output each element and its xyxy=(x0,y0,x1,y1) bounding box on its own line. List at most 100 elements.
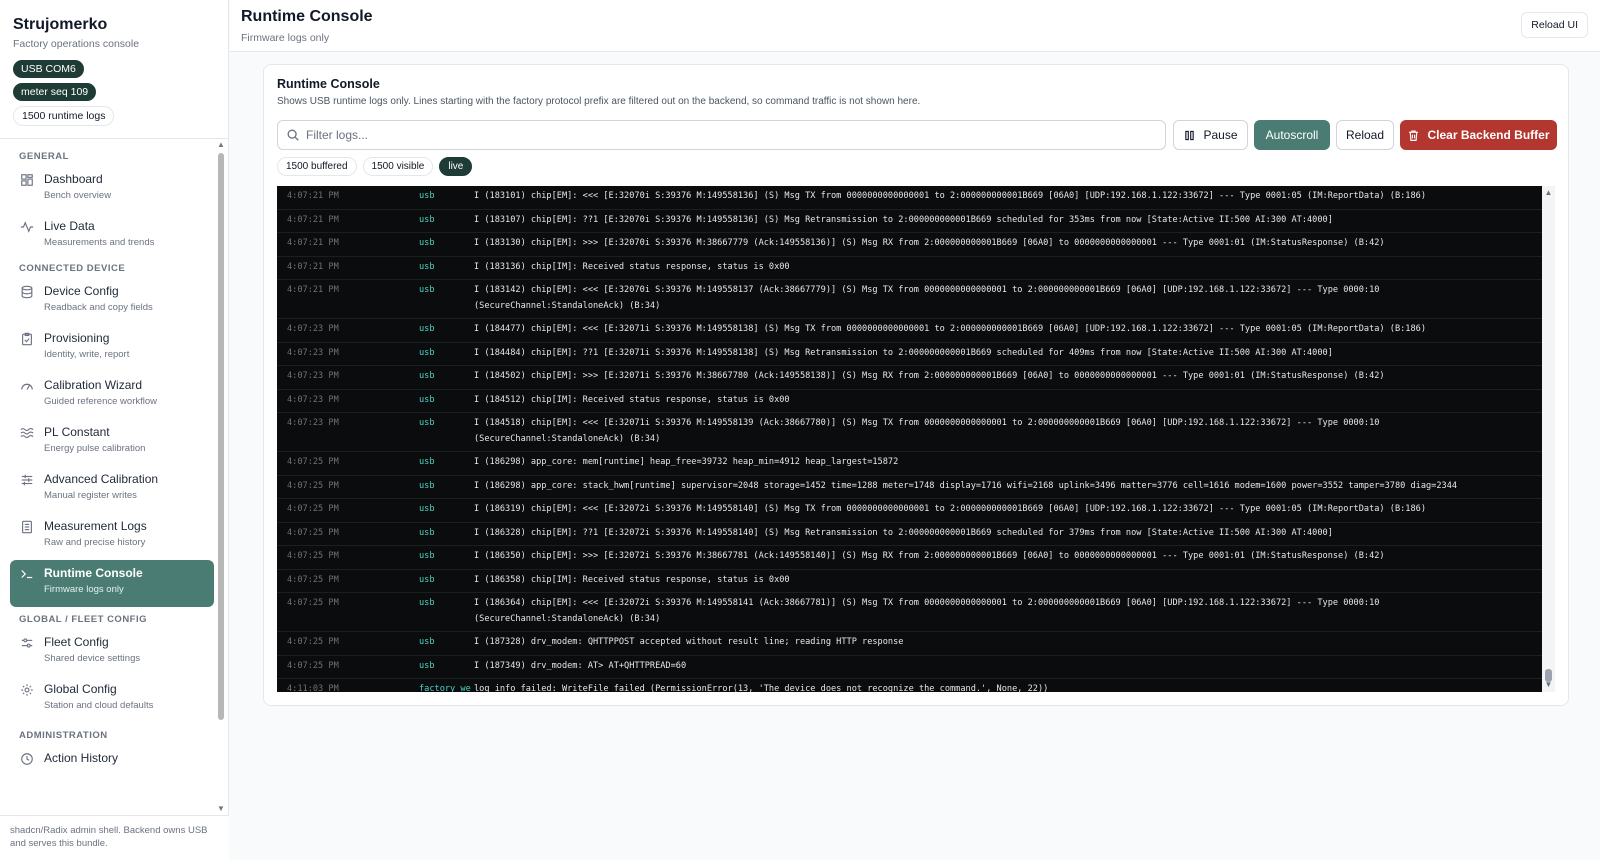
sidebar-item-action-history[interactable]: Action History xyxy=(10,745,214,792)
sidebar-item-live-data[interactable]: Live Data Measurements and trends xyxy=(10,213,214,260)
clipboard-icon xyxy=(22,332,32,346)
sidebar-item-dashboard[interactable]: Dashboard Bench overview xyxy=(10,166,214,213)
sidebar-item-runtime-console[interactable]: Runtime Console Firmware logs only xyxy=(10,560,214,607)
log-timestamp: 4:07:25 PM xyxy=(287,551,339,561)
log-timestamp: 4:07:21 PM xyxy=(287,285,339,295)
sidebar-item-label: Action History xyxy=(44,751,119,765)
log-row: 4:07:25 PM usb I (186328) chip[EM]: ??1 [E… xyxy=(277,523,1542,546)
sidebar-item-label: Provisioning xyxy=(44,331,110,345)
pause-icon xyxy=(1185,130,1195,140)
reload-ui-button[interactable]: Reload UI xyxy=(1521,12,1588,38)
log-message: I (184477) chip[EM]: <<< [E:32071i S:393… xyxy=(474,324,1426,334)
app-title: Strujomerko xyxy=(13,16,108,33)
sidebar-item-measurement-logs[interactable]: Measurement Logs Raw and precise history xyxy=(10,513,214,560)
log-message: I (183142) chip[EM]: <<< [E:32070i S:393… xyxy=(474,285,1380,311)
log-message: I (186298) app_core: mem[runtime] heap_f… xyxy=(474,457,899,467)
page-header: Runtime Console Firmware logs only Reloa… xyxy=(230,0,1600,52)
filter-logs-input[interactable] xyxy=(306,125,1156,145)
log-source: usb xyxy=(419,261,435,272)
sidebar-item-provisioning[interactable]: Provisioning Identity, write, report xyxy=(10,325,214,372)
scroll-up-arrow-icon[interactable]: ▲ xyxy=(1542,188,1555,198)
log-row: 4:07:25 PM usb I (186298) app_core: stack_… xyxy=(277,476,1542,499)
pause-label: Pause xyxy=(1203,128,1238,142)
log-source: usb xyxy=(419,480,435,491)
log-console[interactable]: 4:07:21 PM usb I (183101) chip[EM]: <<< [E… xyxy=(277,186,1542,692)
sidebar-nav: GENERAL Dashboard Bench overview Live Dat… xyxy=(0,140,222,812)
nav-section-general: GENERAL xyxy=(19,151,69,162)
log-filter[interactable] xyxy=(277,120,1166,150)
log-source: usb xyxy=(419,504,435,514)
log-source: usb xyxy=(419,527,435,538)
scroll-up-arrow-icon[interactable]: ▲ xyxy=(217,141,225,149)
reload-logs-button[interactable]: Reload xyxy=(1336,120,1394,150)
reload-label: Reload xyxy=(1345,128,1385,142)
sidebar-item-pl-constant[interactable]: PL Constant Energy pulse calibration xyxy=(10,419,214,466)
log-message: I (187349) drv_modem: AT> AT+QHTTPREAD=6… xyxy=(474,660,687,671)
log-row: 4:07:21 PM usb I (183107) chip[EM]: ??1 [E… xyxy=(277,210,1542,233)
autoscroll-button[interactable]: Autoscroll xyxy=(1254,120,1330,150)
log-row: 4:07:25 PM usb I (186350) chip[EM]: >>> [E… xyxy=(277,546,1542,570)
sidebar-item-label: Calibration Wizard xyxy=(44,378,143,392)
log-source: usb xyxy=(419,598,435,608)
log-row: 4:07:25 PM usb I (186364) chip[EM]: <<< [E… xyxy=(277,593,1542,632)
app-subtitle: Factory operations console xyxy=(13,38,140,50)
log-source: usb xyxy=(419,394,435,405)
card-description: Shows USB runtime logs only. Lines start… xyxy=(277,96,921,107)
search-icon xyxy=(287,129,299,141)
pause-button[interactable]: Pause xyxy=(1173,120,1248,150)
nav-section-connected-device: CONNECTED DEVICE xyxy=(19,263,126,274)
log-stats: 1500 buffered 1500 visible live xyxy=(277,157,473,176)
sidebar-scroll-thumb[interactable] xyxy=(218,153,224,720)
sidebar-item-fleet-config[interactable]: Fleet Config Shared device settings xyxy=(10,629,214,676)
log-row: 4:07:23 PM usb I (184502) chip[EM]: >>> [E… xyxy=(277,366,1542,390)
sidebar-item-label: Live Data xyxy=(44,219,95,233)
log-timestamp: 4:07:25 PM xyxy=(287,660,339,671)
sidebar-item-device-config[interactable]: Device Config Readback and copy fields xyxy=(10,278,214,325)
log-source: usb xyxy=(419,371,435,381)
sidebar-item-label: Advanced Calibration xyxy=(44,472,159,486)
log-source: usb xyxy=(419,457,435,467)
sidebar-item-global-config[interactable]: Global Config Station and cloud defaults xyxy=(10,676,214,723)
sidebar-item-desc: Measurements and trends xyxy=(44,237,155,248)
clear-label: Clear Backend Buffer xyxy=(1427,128,1550,142)
log-message: I (183136) chip[IM]: Received status res… xyxy=(474,261,790,272)
log-timestamp: 4:07:23 PM xyxy=(287,418,339,428)
console-scrollbar[interactable]: ▲ ▼ xyxy=(1542,186,1555,692)
log-source: usb xyxy=(419,347,435,358)
terminal-icon xyxy=(21,570,33,579)
brand-block: Strujomerko Factory operations console U… xyxy=(0,0,228,139)
log-timestamp: 4:07:21 PM xyxy=(287,214,339,225)
buffered-count-badge: 1500 buffered xyxy=(277,157,357,176)
sidebar-scrollbar[interactable]: ▲ ▼ xyxy=(217,141,225,813)
sidebar-item-label: Fleet Config xyxy=(44,635,109,649)
sidebar-item-desc: Bench overview xyxy=(44,190,112,201)
log-row: 4:07:25 PM usb I (187349) drv_modem: AT> A… xyxy=(277,656,1542,679)
log-row: 4:07:21 PM usb I (183142) chip[EM]: <<< [E… xyxy=(277,280,1542,319)
status-pills: USB COM6 meter seq 109 1500 runtime logs xyxy=(13,60,215,126)
clear-backend-buffer-button[interactable]: Clear Backend Buffer xyxy=(1400,120,1557,150)
log-source: usb xyxy=(419,660,435,671)
visible-count-badge: 1500 visible xyxy=(362,157,434,176)
log-row: 4:07:25 PM usb I (186319) chip[EM]: <<< [E… xyxy=(277,499,1542,523)
runtime-console-card: Runtime Console Shows USB runtime logs o… xyxy=(263,64,1569,706)
log-timestamp: 4:07:23 PM xyxy=(287,371,339,381)
log-source: usb xyxy=(419,574,435,585)
log-source: usb xyxy=(419,637,435,647)
scroll-down-arrow-icon[interactable]: ▼ xyxy=(1542,680,1555,690)
log-timestamp: 4:07:23 PM xyxy=(287,347,339,358)
sidebar-item-calibration-wizard[interactable]: Calibration Wizard Guided reference workf… xyxy=(10,372,214,419)
nav-section-administration: ADMINISTRATION xyxy=(19,730,108,741)
sidebar-item-label: PL Constant xyxy=(44,425,110,439)
log-message: I (186328) chip[EM]: ??1 [E:32072i S:393… xyxy=(474,527,1333,538)
log-timestamp: 4:11:03 PM xyxy=(287,684,339,692)
log-message: log_info failed: WriteFile failed (Permi… xyxy=(474,684,1049,692)
log-message: I (187328) drv_modem: QHTTPPOST accepted… xyxy=(474,637,904,647)
scroll-down-arrow-icon[interactable]: ▼ xyxy=(217,805,225,813)
log-source: usb xyxy=(419,551,435,561)
history-icon xyxy=(21,753,33,765)
sidebar-item-desc: Guided reference workflow xyxy=(44,396,157,407)
sidebar-item-advanced-calibration[interactable]: Advanced Calibration Manual register writ… xyxy=(10,466,214,513)
log-message: I (186298) app_core: stack_hwm[runtime] … xyxy=(474,480,1458,491)
sidebar-item-label: Measurement Logs xyxy=(44,519,147,533)
page-subtitle: Firmware logs only xyxy=(241,32,330,44)
